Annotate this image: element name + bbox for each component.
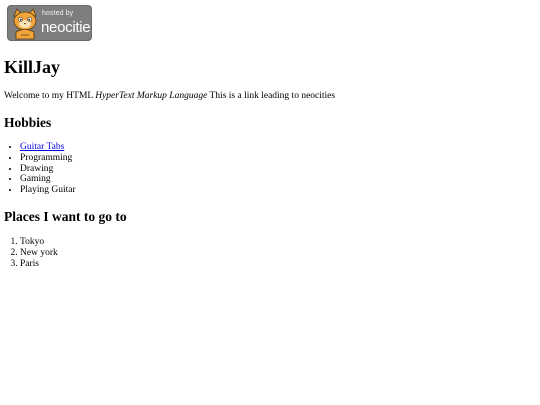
list-item: Guitar Tabs (20, 142, 76, 153)
list-item: Programming (20, 153, 76, 164)
guitar-tabs-link[interactable]: Guitar Tabs (20, 142, 64, 152)
intro-suffix: This is a link leading to neocities (207, 91, 336, 101)
hosted-by-label: hosted by (42, 10, 74, 17)
list-item: Gaming (20, 174, 76, 185)
list-item: Paris (20, 259, 58, 270)
places-list: Tokyo New york Paris (4, 237, 58, 269)
list-item: Drawing (20, 164, 76, 175)
intro-paragraph: Welcome to my HTML HyperText Markup Lang… (4, 91, 335, 102)
page-title: KillJay (4, 57, 61, 77)
hobbies-list: Guitar Tabs Programming Drawing Gaming P… (4, 142, 76, 196)
list-item: Tokyo (20, 237, 58, 248)
neocities-brand-label: neocities (41, 19, 92, 36)
list-item: New york (20, 248, 58, 259)
intro-emphasis: HyperText Markup Language (95, 91, 208, 101)
hobbies-heading: Hobbies (4, 115, 52, 130)
neocities-cat-logo-icon (13, 8, 37, 40)
list-item: Playing Guitar (20, 185, 76, 196)
intro-prefix: Welcome to my HTML (4, 91, 96, 101)
places-heading: Places I want to go to (4, 209, 127, 224)
hosted-by-neocities-badge[interactable]: hosted by neocities (7, 5, 92, 41)
